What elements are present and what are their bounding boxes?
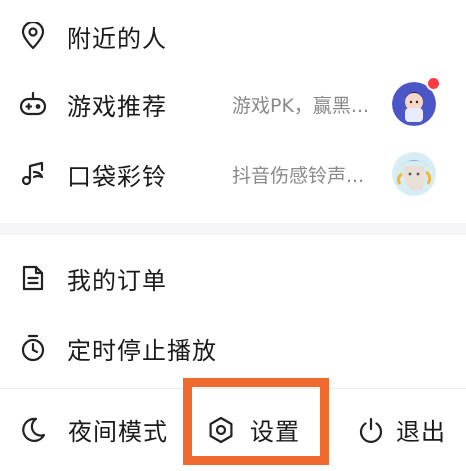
menu-item-sleep-timer[interactable]: 定时停止播放 [0,322,466,374]
notification-badge [426,76,441,91]
location-pin-icon [18,21,48,51]
menu-item-label: 附近的人 [67,24,167,53]
night-mode-button[interactable]: 夜间模式 [18,388,168,471]
menu-item-label: 我的订单 [67,266,167,295]
section-divider [0,223,466,235]
exit-label: 退出 [396,418,446,446]
highlight-box [183,378,329,465]
menu-item-label: 游戏推荐 [67,92,167,121]
menu-item-game-recommend[interactable]: 游戏推荐 游戏PK，赢黑... [0,76,466,130]
menu-item-label: 定时停止播放 [67,336,217,365]
power-icon [356,415,386,445]
menu-item-nearby[interactable]: 附近的人 [0,10,466,62]
menu-item-desc: 游戏PK，赢黑... [232,94,370,117]
music-note-icon [18,159,48,189]
game-controller-icon [18,89,48,119]
moon-icon [18,415,48,445]
menu-item-label: 口袋彩铃 [67,162,167,191]
menu-item-desc: 抖音伤感铃声... [232,164,365,187]
menu-item-pocket-ringtone[interactable]: 口袋彩铃 抖音伤感铃声... [0,148,466,200]
document-icon [18,263,48,293]
ringtone-avatar [392,152,436,196]
timer-icon [18,333,48,363]
night-mode-label: 夜间模式 [68,418,168,446]
exit-button[interactable]: 退出 [356,388,446,471]
menu-item-my-orders[interactable]: 我的订单 [0,252,466,304]
